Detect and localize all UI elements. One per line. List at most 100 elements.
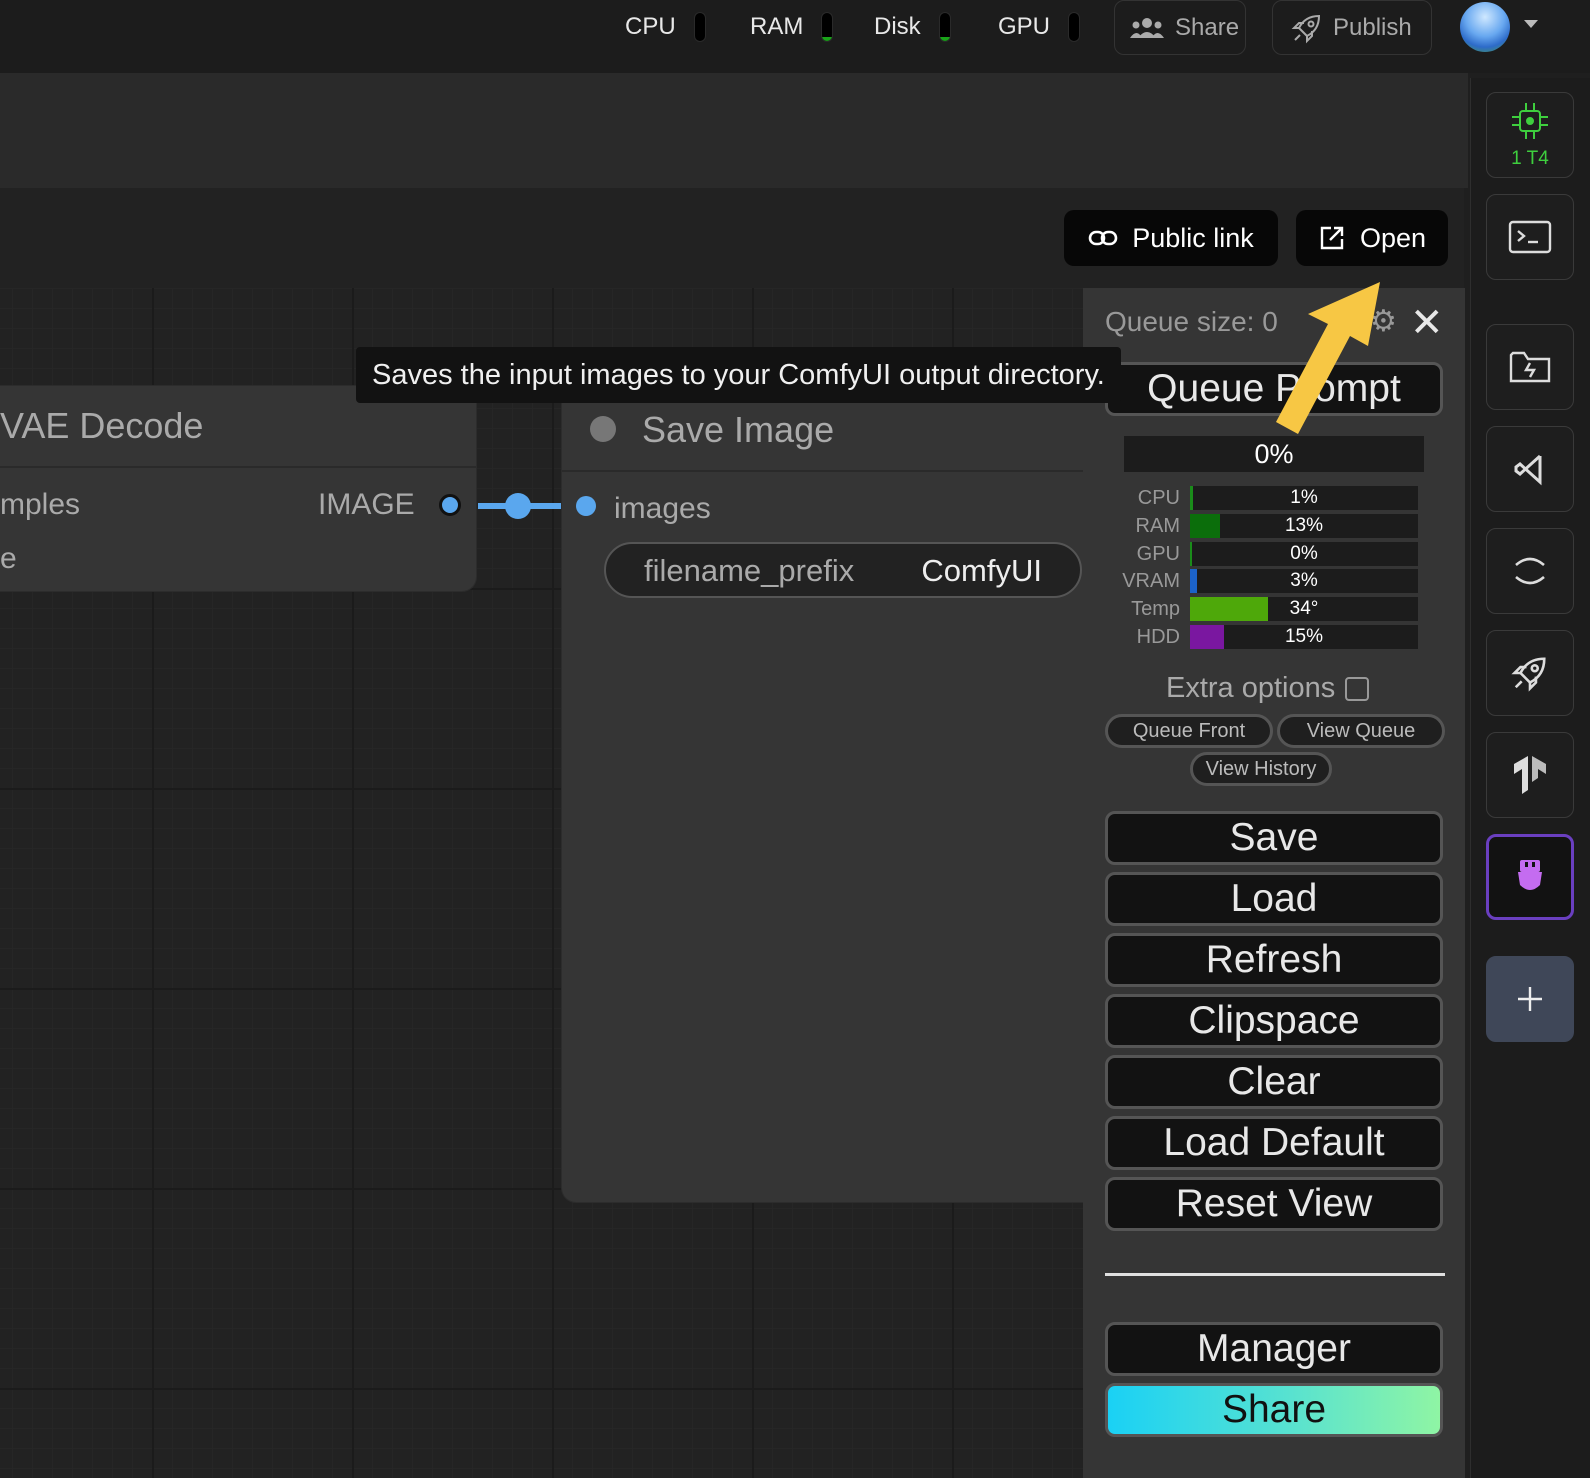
stat-value: 1% [1290, 487, 1318, 508]
save-label: Save [1229, 816, 1319, 859]
image-output-label: IMAGE [318, 488, 415, 521]
manager-button[interactable]: Manager [1105, 1322, 1443, 1376]
add-app-button[interactable] [1486, 956, 1574, 1042]
stat-label: VRAM [1122, 569, 1180, 592]
stat-bar: 3% [1190, 569, 1418, 593]
stat-value: 34° [1289, 598, 1319, 619]
stat-label: RAM [1135, 514, 1180, 537]
cpu-metric-label: CPU [625, 13, 676, 40]
caret-down-icon[interactable] [1524, 20, 1538, 28]
vae-input-label: e [0, 542, 17, 575]
clipspace-button[interactable]: Clipspace [1105, 994, 1443, 1048]
external-link-icon [1320, 226, 1344, 250]
stat-row-temp: Temp 34° [1110, 597, 1418, 621]
filename-prefix-value: ComfyUI [921, 553, 1042, 588]
queue-size-label: Queue size: 0 [1105, 306, 1278, 337]
close-icon[interactable]: ✕ [1410, 300, 1444, 346]
share-label: Share [1221, 1388, 1327, 1431]
queue-front-button[interactable]: Queue Front [1105, 714, 1273, 748]
stat-bar: 0% [1190, 542, 1418, 566]
files-button[interactable] [1486, 324, 1574, 410]
open-label: Open [1359, 222, 1427, 253]
public-link-button[interactable]: Public link [1064, 210, 1278, 266]
jupyter-button[interactable] [1486, 528, 1574, 614]
node-collapse-dot[interactable] [590, 416, 616, 442]
folder-icon [1509, 351, 1551, 383]
progress-label: 0% [1254, 438, 1294, 469]
reset-view-button[interactable]: Reset View [1105, 1177, 1443, 1231]
stat-label: CPU [1137, 486, 1180, 509]
images-input-label: images [614, 492, 711, 525]
publish-button[interactable]: Publish [1272, 0, 1432, 55]
rocket-icon [1511, 657, 1546, 692]
stat-value: 15% [1284, 626, 1324, 647]
manager-label: Manager [1197, 1327, 1351, 1370]
ram-metric-label: RAM [750, 13, 804, 40]
disk-metric: Disk [874, 12, 951, 42]
vae-decode-title-text: VAE Decode [0, 405, 204, 446]
stat-value: 13% [1284, 515, 1324, 536]
vscode-button[interactable] [1486, 426, 1574, 512]
users-icon [1130, 17, 1164, 38]
filename-prefix-widget[interactable]: filename_prefix ComfyUI [604, 542, 1082, 598]
cpu-metric: CPU [625, 12, 706, 42]
open-button[interactable]: Open [1296, 210, 1448, 266]
terminal-icon [1508, 220, 1552, 254]
terminal-button[interactable] [1486, 194, 1574, 280]
gpu-gauge [1068, 12, 1081, 42]
stat-bar: 34° [1190, 597, 1418, 621]
load-default-label: Load Default [1163, 1121, 1385, 1164]
tensorflow-icon [1514, 756, 1546, 794]
save-button[interactable]: Save [1105, 811, 1443, 865]
clear-label: Clear [1227, 1060, 1321, 1103]
workspace-header [0, 73, 1468, 188]
disk-metric-label: Disk [874, 13, 921, 40]
top-bar: CPU RAM Disk GPU Share Publish [0, 0, 1590, 73]
stat-value: 3% [1290, 570, 1318, 591]
link-midpoint[interactable] [505, 493, 531, 519]
image-output-slot[interactable] [439, 494, 461, 516]
vae-decode-node[interactable]: VAE Decode mples e IMAGE [0, 386, 476, 591]
user-avatar[interactable] [1460, 2, 1510, 52]
share-top-button[interactable]: Share [1114, 0, 1246, 55]
filename-prefix-label: filename_prefix [644, 553, 855, 588]
publish-label: Publish [1333, 13, 1412, 41]
images-input-slot[interactable] [576, 496, 596, 516]
extra-options-row: Extra options [1166, 672, 1370, 705]
stat-bar: 1% [1190, 486, 1418, 510]
view-history-label: View History [1205, 757, 1317, 780]
ram-gauge [821, 12, 834, 42]
load-button[interactable]: Load [1105, 872, 1443, 926]
comfyui-button[interactable] [1486, 834, 1574, 920]
share-top-label: Share [1175, 13, 1240, 41]
public-link-label: Public link [1132, 222, 1254, 253]
refresh-button[interactable]: Refresh [1105, 933, 1443, 987]
share-button[interactable]: Share [1105, 1383, 1443, 1437]
view-queue-label: View Queue [1306, 719, 1416, 742]
gpu-metric-label: GPU [998, 13, 1051, 40]
stat-row-vram: VRAM 3% [1110, 569, 1418, 593]
node-tooltip: Saves the input images to your ComfyUI o… [356, 347, 1121, 403]
deploy-button[interactable] [1486, 630, 1574, 716]
load-label: Load [1230, 877, 1318, 920]
view-history-button[interactable]: View History [1190, 752, 1332, 786]
link-icon [1088, 230, 1118, 246]
gpu-button[interactable]: 1 T4 [1486, 92, 1574, 178]
clipspace-label: Clipspace [1188, 999, 1360, 1042]
stat-bar: 15% [1190, 625, 1418, 649]
save-image-title-text: Save Image [642, 409, 835, 450]
extra-options-label: Extra options [1166, 672, 1336, 704]
extra-options-checkbox[interactable] [1345, 676, 1370, 701]
view-queue-button[interactable]: View Queue [1277, 714, 1445, 748]
queue-front-label: Queue Front [1132, 719, 1246, 742]
plug-icon [1518, 860, 1542, 890]
clear-button[interactable]: Clear [1105, 1055, 1443, 1109]
stat-label: GPU [1136, 542, 1180, 565]
stat-row-hdd: HDD 15% [1110, 625, 1418, 649]
tensorflow-button[interactable] [1486, 732, 1574, 818]
load-default-button[interactable]: Load Default [1105, 1116, 1443, 1170]
gpu-metric: GPU [998, 12, 1081, 42]
save-image-node[interactable]: Save Image images filename_prefix ComfyU… [562, 390, 1122, 1202]
jupyter-icon [1515, 557, 1545, 585]
pointer-arrow-icon [1276, 282, 1380, 434]
